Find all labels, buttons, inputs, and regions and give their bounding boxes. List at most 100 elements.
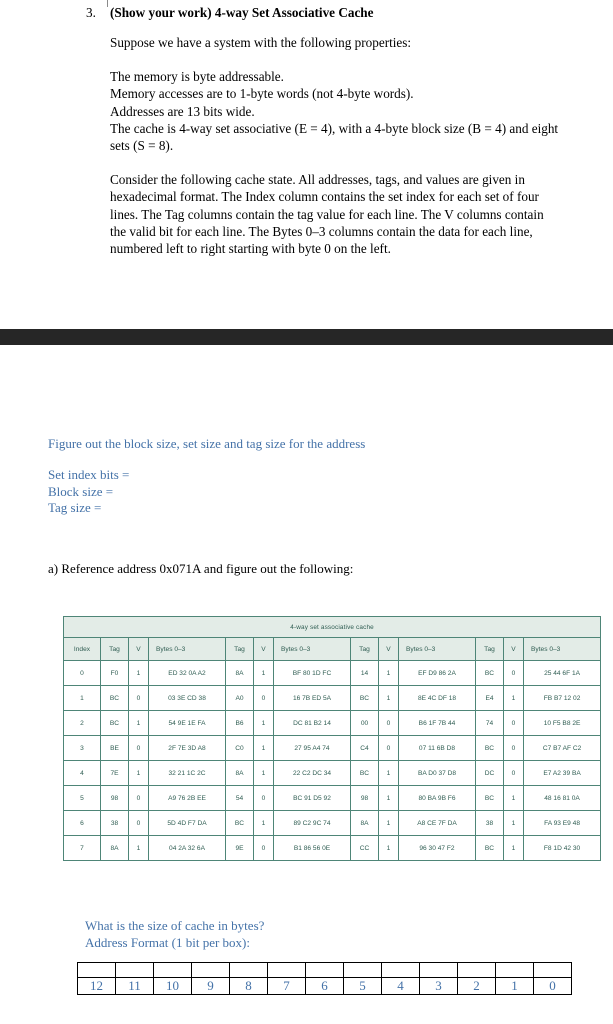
cell-valid-4: 1 bbox=[503, 785, 524, 811]
address-bit-entry-9[interactable] bbox=[191, 962, 230, 978]
cell-index: 1 bbox=[63, 685, 101, 711]
cell-index: 2 bbox=[63, 710, 101, 736]
cell-bytes-3: B6 1F 7B 44 bbox=[398, 710, 476, 736]
cell-tag-2: 8A bbox=[225, 660, 254, 686]
cell-valid-2: 1 bbox=[253, 760, 274, 786]
cell-bytes-4: F8 1D 42 30 bbox=[522, 835, 602, 861]
address-bit-entry-6[interactable] bbox=[305, 962, 344, 978]
cell-tag-4: E4 bbox=[475, 685, 504, 711]
cell-tag-4: BC bbox=[475, 785, 504, 811]
cell-bytes-2: 22 C2 DC 34 bbox=[273, 760, 351, 786]
question-title: (Show your work) 4-way Set Associative C… bbox=[110, 5, 374, 20]
cell-tag-2: BC bbox=[225, 810, 254, 836]
cell-valid-3: 1 bbox=[378, 835, 399, 861]
cell-tag-3: BC bbox=[350, 760, 379, 786]
address-bit-label-7: 7 bbox=[267, 977, 306, 995]
cell-valid-4: 1 bbox=[503, 685, 524, 711]
cell-bytes-3: A8 CE 7F DA bbox=[398, 810, 476, 836]
cell-bytes-1: A9 76 2B EE bbox=[148, 785, 226, 811]
address-bit-label-12: 12 bbox=[77, 977, 116, 995]
address-format-table: 12 11 10 9 8 7 6 5 4 3 2 1 0 bbox=[77, 962, 572, 995]
cache-table-row: 2 BC 1 54 9E 1E FA B6 1 DC 81 B2 14 00 0 B6 1F 7B… bbox=[63, 710, 602, 736]
cell-valid-4: 0 bbox=[503, 735, 524, 761]
header-v-2: V bbox=[253, 637, 274, 661]
cell-bytes-1: ED 32 0A A2 bbox=[148, 660, 226, 686]
cell-valid-2: 1 bbox=[253, 735, 274, 761]
cell-valid-1: 1 bbox=[128, 710, 149, 736]
question-heading: 3. (Show your work) 4-way Set Associativ… bbox=[86, 4, 586, 21]
question-paragraph-1: Suppose we have a system with the follow… bbox=[110, 35, 412, 50]
cell-valid-2: 0 bbox=[253, 835, 274, 861]
set-index-bits-field[interactable]: Set index bits = bbox=[48, 467, 129, 484]
cell-valid-3: 1 bbox=[378, 760, 399, 786]
address-bit-entry-12[interactable] bbox=[77, 962, 116, 978]
header-tag-2: Tag bbox=[225, 637, 254, 661]
address-bit-entry-8[interactable] bbox=[229, 962, 268, 978]
header-bytes-4: Bytes 0–3 bbox=[522, 637, 602, 661]
cell-valid-3: 1 bbox=[378, 660, 399, 686]
cell-bytes-1: 04 2A 32 6A bbox=[148, 835, 226, 861]
cell-bytes-4: FA 93 E9 48 bbox=[522, 810, 602, 836]
cell-bytes-3: BA D0 37 D8 bbox=[398, 760, 476, 786]
cache-table-body: 0 F0 1 ED 32 0A A2 8A 1 BF 80 1D FC 14 1 EF D9 86… bbox=[63, 660, 602, 861]
cell-bytes-3: 8E 4C DF 18 bbox=[398, 685, 476, 711]
cell-tag-4: BC bbox=[475, 660, 504, 686]
address-bit-label-8: 8 bbox=[229, 977, 268, 995]
address-bit-label-1: 1 bbox=[495, 977, 534, 995]
cache-size-question: What is the size of cache in bytes? bbox=[85, 918, 265, 933]
address-bit-entry-10[interactable] bbox=[153, 962, 192, 978]
cell-bytes-1: 5D 4D F7 DA bbox=[148, 810, 226, 836]
address-bit-label-5: 5 bbox=[343, 977, 382, 995]
cell-valid-4: 1 bbox=[503, 810, 524, 836]
cell-bytes-4: FB B7 12 02 bbox=[522, 685, 602, 711]
cell-bytes-1: 54 9E 1E FA bbox=[148, 710, 226, 736]
tag-size-field[interactable]: Tag size = bbox=[48, 500, 129, 517]
address-bit-label-0: 0 bbox=[533, 977, 572, 995]
cell-index: 5 bbox=[63, 785, 101, 811]
cell-tag-3: CC bbox=[350, 835, 379, 861]
address-bit-entry-2[interactable] bbox=[457, 962, 496, 978]
cell-valid-4: 0 bbox=[503, 710, 524, 736]
address-bit-label-6: 6 bbox=[305, 977, 344, 995]
question-paragraph-3: Consider the following cache state. All … bbox=[110, 172, 544, 257]
cell-bytes-3: 80 BA 9B F6 bbox=[398, 785, 476, 811]
cell-valid-1: 1 bbox=[128, 760, 149, 786]
address-bit-entry-11[interactable] bbox=[115, 962, 154, 978]
address-bit-label-4: 4 bbox=[381, 977, 420, 995]
address-bit-entry-3[interactable] bbox=[419, 962, 458, 978]
cache-table-row: 7 8A 1 04 2A 32 6A 9E 0 B1 86 56 0E CC 1 96 30 47… bbox=[63, 835, 602, 861]
address-bit-entry-5[interactable] bbox=[343, 962, 382, 978]
cell-tag-4: BC bbox=[475, 835, 504, 861]
cache-state-table: 4-way set associative cache Index Tag V … bbox=[62, 616, 602, 861]
cell-bytes-4: 25 44 6F 1A bbox=[522, 660, 602, 686]
cache-table-row: 0 F0 1 ED 32 0A A2 8A 1 BF 80 1D FC 14 1 EF D9 86… bbox=[63, 660, 602, 686]
question-paragraph-2: The memory is byte addressable. Memory a… bbox=[110, 69, 559, 154]
cell-tag-3: 8A bbox=[350, 810, 379, 836]
address-format-table-wrapper: 12 11 10 9 8 7 6 5 4 3 2 1 0 bbox=[77, 962, 572, 995]
cell-bytes-4: E7 A2 39 BA bbox=[522, 760, 602, 786]
question-body: Suppose we have a system with the follow… bbox=[110, 34, 560, 257]
address-bit-label-9: 9 bbox=[191, 977, 230, 995]
cell-bytes-2: BF 80 1D FC bbox=[273, 660, 351, 686]
cell-tag-2: 54 bbox=[225, 785, 254, 811]
cache-table-header-row: Index Tag V Bytes 0–3 Tag V Bytes 0–3 Ta… bbox=[63, 637, 602, 661]
cell-bytes-4: C7 B7 AF C2 bbox=[522, 735, 602, 761]
cell-tag-2: 9E bbox=[225, 835, 254, 861]
cache-table-head: 4-way set associative cache Index Tag V … bbox=[62, 616, 602, 661]
cell-tag-1: 7E bbox=[100, 760, 129, 786]
cell-valid-3: 1 bbox=[378, 785, 399, 811]
cache-table-row: 4 7E 1 32 21 1C 2C 8A 1 22 C2 DC 34 BC 1 BA D0 37… bbox=[63, 760, 602, 786]
cell-tag-3: 14 bbox=[350, 660, 379, 686]
block-size-field[interactable]: Block size = bbox=[48, 484, 129, 501]
address-bit-entry-0[interactable] bbox=[533, 962, 572, 978]
address-bit-entry-1[interactable] bbox=[495, 962, 534, 978]
address-bit-label-10: 10 bbox=[153, 977, 192, 995]
cache-table-row: 6 38 0 5D 4D F7 DA BC 1 89 C2 9C 74 8A 1 A8 CE 7F… bbox=[63, 810, 602, 836]
cell-valid-1: 1 bbox=[128, 835, 149, 861]
cell-tag-1: 98 bbox=[100, 785, 129, 811]
cell-tag-1: 38 bbox=[100, 810, 129, 836]
part-a-prompt: a) Reference address 0x071A and figure o… bbox=[48, 561, 354, 576]
address-bit-entry-7[interactable] bbox=[267, 962, 306, 978]
address-bit-entry-4[interactable] bbox=[381, 962, 420, 978]
cell-valid-4: 0 bbox=[503, 660, 524, 686]
